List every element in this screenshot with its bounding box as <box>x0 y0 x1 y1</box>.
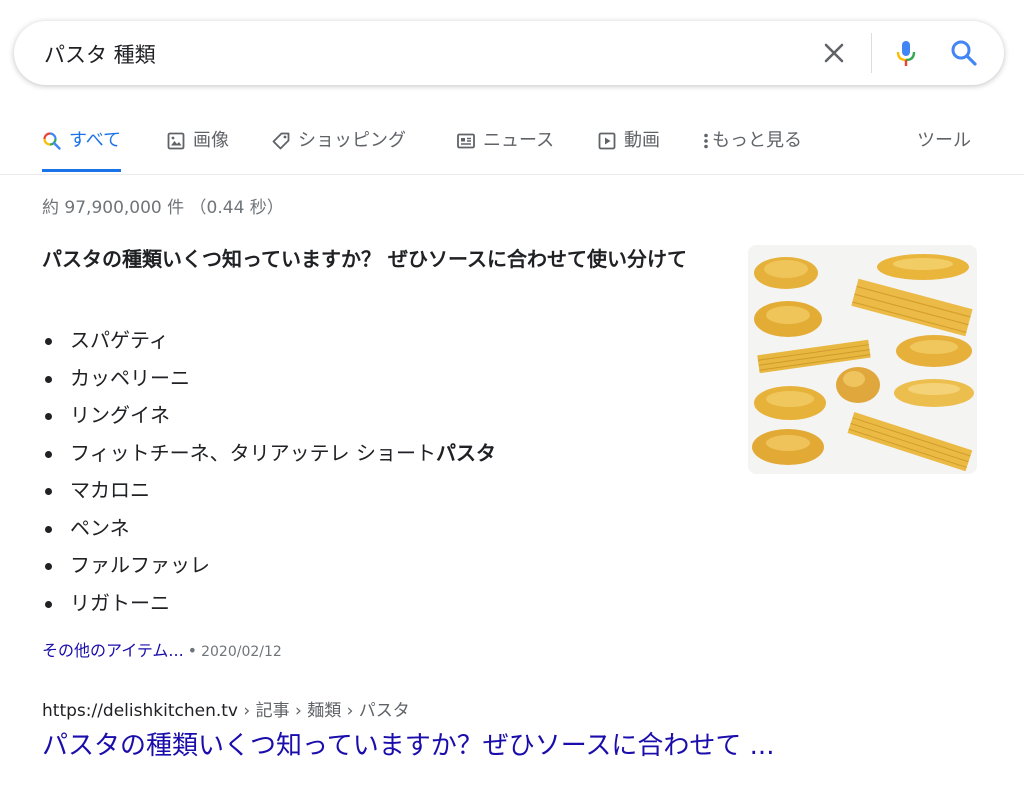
search-icon[interactable] <box>948 37 980 69</box>
tab-label: もっと見る <box>712 130 802 151</box>
image-icon <box>167 132 185 150</box>
list-item-text: スパゲティ <box>70 328 169 352</box>
snippet-list: スパゲティ カッペリーニ リングイネ フィットチーネ、タリアッテレ ショートパス… <box>42 322 496 622</box>
list-item-text: カッペリーニ <box>70 365 190 390</box>
tab-label: ショッピング <box>298 130 406 151</box>
tab-images[interactable]: 画像 <box>166 120 229 172</box>
list-item: フィットチーネ、タリアッテレ ショートパスタ <box>42 435 496 473</box>
result-title-link[interactable]: パスタの種類いくつ知っていますか？ぜひソースに合わせて ... <box>42 728 774 764</box>
separator: • <box>187 641 198 660</box>
list-item: マカロニ <box>42 472 496 510</box>
tab-all[interactable]: すべて <box>42 120 122 172</box>
list-item: リングイネ <box>42 397 496 435</box>
tab-label: 画像 <box>193 130 229 151</box>
search-input[interactable] <box>42 34 806 74</box>
result-url[interactable]: https://delishkitchen.tv › 記事 › 麺類 › パスタ <box>42 696 410 721</box>
list-item-text: リングイネ <box>70 403 170 427</box>
list-item-text: リガトーニ <box>70 590 170 615</box>
microphone-icon[interactable] <box>890 37 922 69</box>
tools-label: ツール <box>917 130 971 151</box>
result-domain: https://delishkitchen.tv <box>42 701 238 721</box>
more-items-link[interactable]: その他のアイテム... <box>42 641 184 660</box>
list-item: スパゲティ <box>42 322 496 360</box>
newspaper-icon <box>457 133 475 149</box>
tab-news[interactable]: ニュース <box>456 120 554 172</box>
tab-shopping[interactable]: ショッピング <box>271 120 406 172</box>
list-item-text: フィットチーネ、タリアッテレ ショート <box>70 440 436 465</box>
more-vert-icon <box>704 133 708 149</box>
tab-label: すべて <box>69 130 122 151</box>
snippet-footer: その他のアイテム... • 2020/02/12 <box>42 637 282 661</box>
tab-label: 動画 <box>624 130 660 151</box>
tag-icon <box>272 132 290 150</box>
search-bar <box>14 21 1004 85</box>
list-item-text: マカロニ <box>70 478 150 502</box>
result-stats: 約 97,900,000 件 （0.44 秒） <box>42 198 284 218</box>
list-item-text: ペンネ <box>70 515 130 540</box>
clear-icon[interactable] <box>818 37 850 69</box>
result-breadcrumb: › 記事 › 麺類 › パスタ <box>237 701 410 721</box>
list-item-text: ファルファッレ <box>70 553 210 577</box>
list-item: カッペリーニ <box>42 360 496 398</box>
snippet-date: 2020/02/12 <box>201 644 282 660</box>
tab-more[interactable]: もっと見る <box>702 120 802 172</box>
tab-label: ニュース <box>483 130 555 151</box>
list-item: ペンネ <box>42 510 496 548</box>
pasta-thumbnail[interactable] <box>748 245 977 474</box>
list-item: リガトーニ <box>42 585 496 623</box>
divider <box>871 33 872 73</box>
list-item-bold-text: パスタ <box>435 440 496 465</box>
snippet-title: パスタの種類いくつ知っていますか？ ぜひソースに合わせて使い分けて <box>42 247 687 271</box>
pasta-illustration <box>752 254 974 472</box>
video-icon <box>598 132 616 150</box>
list-item: ファルファッレ <box>42 547 496 585</box>
search-tabs: すべて 画像 ショッピング ニュース 動画 もっと見る ツール <box>0 120 1024 175</box>
tools-button[interactable]: ツール <box>917 120 971 172</box>
tab-videos[interactable]: 動画 <box>597 120 660 172</box>
search-icon <box>43 132 61 150</box>
